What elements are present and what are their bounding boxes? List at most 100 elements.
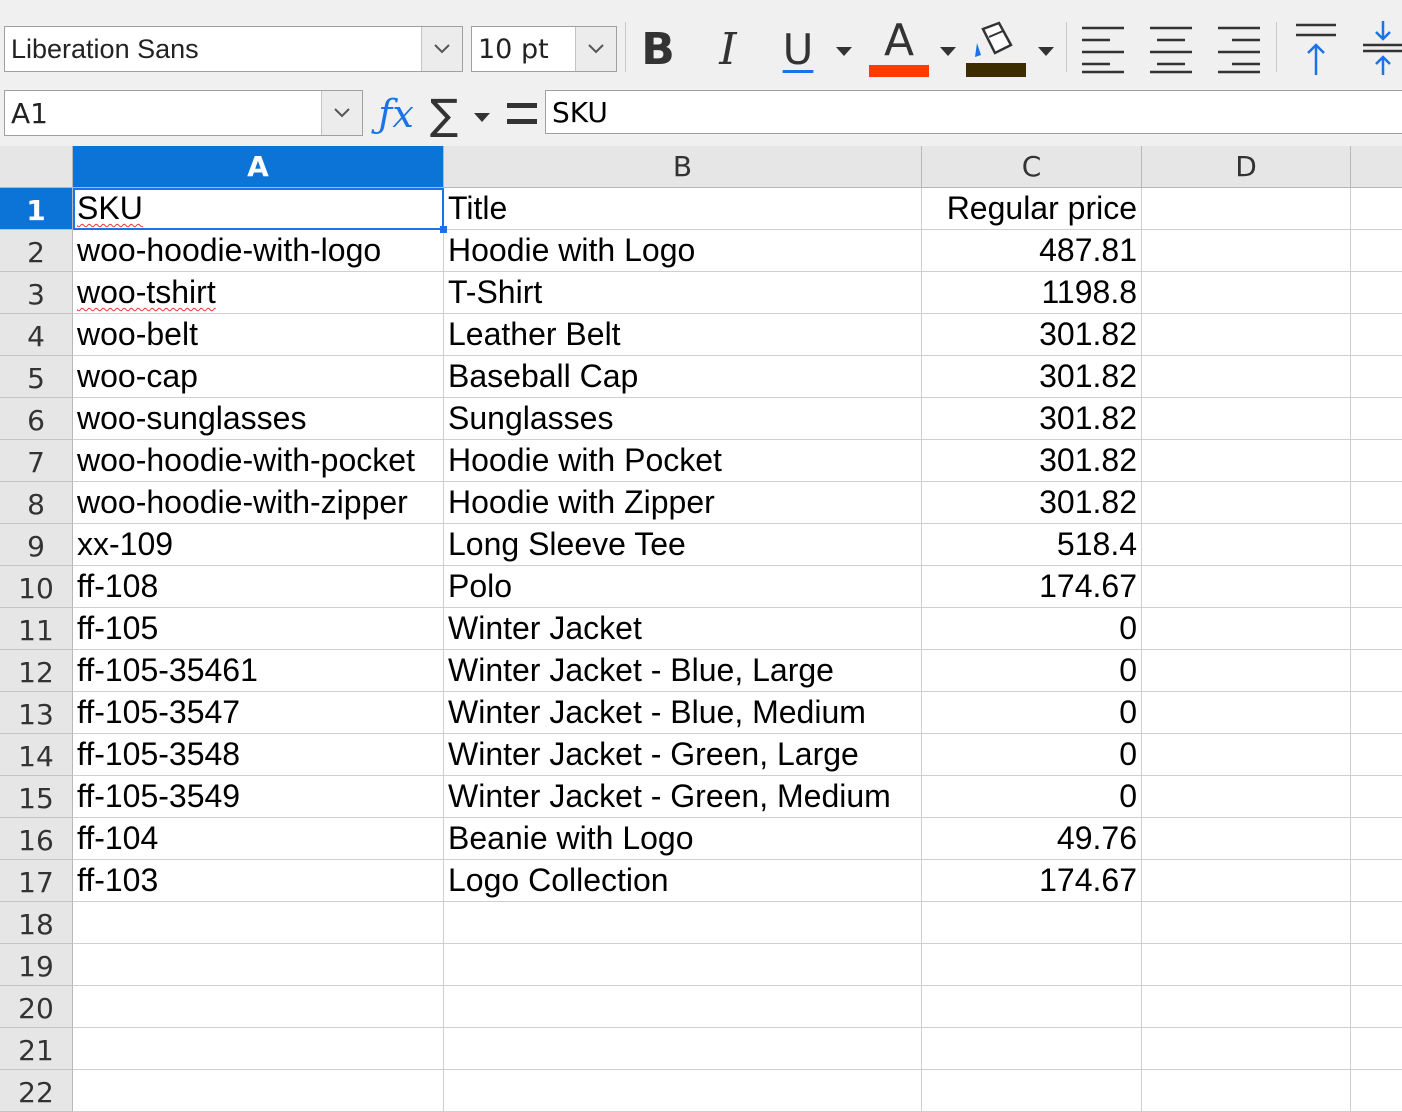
underline-button[interactable]: U — [776, 22, 820, 76]
cell-b[interactable]: Winter Jacket - Green, Medium — [444, 776, 922, 818]
cell-d[interactable] — [1142, 734, 1351, 776]
cell-c[interactable]: 301.82 — [922, 398, 1142, 440]
cell-b[interactable]: Winter Jacket — [444, 608, 922, 650]
sum-button[interactable]: ∑ — [424, 90, 464, 139]
cell-d[interactable] — [1142, 1028, 1351, 1070]
align-top-button[interactable] — [1290, 20, 1342, 78]
cell-c[interactable]: 487.81 — [922, 230, 1142, 272]
cell-b[interactable]: Winter Jacket - Blue, Large — [444, 650, 922, 692]
font-color-dropdown[interactable] — [936, 40, 960, 64]
cell-b[interactable]: Logo Collection — [444, 860, 922, 902]
cell-d[interactable] — [1142, 902, 1351, 944]
column-header-a[interactable]: A — [73, 146, 444, 188]
cell-e[interactable] — [1351, 314, 1402, 356]
cell-e[interactable] — [1351, 188, 1402, 230]
row-header[interactable]: 2 — [0, 230, 73, 272]
cell-e[interactable] — [1351, 524, 1402, 566]
cell-e[interactable] — [1351, 566, 1402, 608]
cell-b[interactable] — [444, 1070, 922, 1112]
cell-d[interactable] — [1142, 230, 1351, 272]
sum-dropdown[interactable] — [470, 106, 494, 130]
cell-c[interactable]: 0 — [922, 692, 1142, 734]
cell-e[interactable] — [1351, 650, 1402, 692]
name-box[interactable]: A1 — [4, 90, 363, 136]
cell-a[interactable] — [73, 1028, 444, 1070]
cell-c[interactable] — [922, 986, 1142, 1028]
row-header[interactable]: 8 — [0, 482, 73, 524]
fill-handle[interactable] — [440, 226, 447, 233]
cell-c[interactable] — [922, 1028, 1142, 1070]
cell-c[interactable] — [922, 944, 1142, 986]
cell-b[interactable]: Winter Jacket - Green, Large — [444, 734, 922, 776]
italic-button[interactable]: I — [706, 24, 750, 75]
cell-c[interactable]: 301.82 — [922, 482, 1142, 524]
cell-d[interactable] — [1142, 440, 1351, 482]
row-header[interactable]: 18 — [0, 902, 73, 944]
font-color-button[interactable]: A — [868, 18, 930, 78]
row-header[interactable]: 4 — [0, 314, 73, 356]
cell-c[interactable]: Regular price — [922, 188, 1142, 230]
cell-d[interactable] — [1142, 356, 1351, 398]
cell-a[interactable]: woo-tshirt — [73, 272, 444, 314]
cell-b[interactable]: Hoodie with Zipper — [444, 482, 922, 524]
cell-a[interactable] — [73, 986, 444, 1028]
cell-b[interactable]: Hoodie with Pocket — [444, 440, 922, 482]
cell-a[interactable]: ff-103 — [73, 860, 444, 902]
cell-b[interactable]: Leather Belt — [444, 314, 922, 356]
cell-c[interactable]: 518.4 — [922, 524, 1142, 566]
cell-b[interactable]: Long Sleeve Tee — [444, 524, 922, 566]
cell-d[interactable] — [1142, 482, 1351, 524]
cell-a[interactable]: woo-hoodie-with-zipper — [73, 482, 444, 524]
cell-e[interactable] — [1351, 860, 1402, 902]
cell-e[interactable] — [1351, 482, 1402, 524]
cell-a[interactable]: ff-105 — [73, 608, 444, 650]
font-name-box[interactable]: Liberation Sans — [4, 26, 463, 72]
cell-d[interactable] — [1142, 398, 1351, 440]
cell-e[interactable] — [1351, 440, 1402, 482]
cell-e[interactable] — [1351, 230, 1402, 272]
cell-a[interactable]: woo-hoodie-with-pocket — [73, 440, 444, 482]
cell-d[interactable] — [1142, 566, 1351, 608]
row-header[interactable]: 5 — [0, 356, 73, 398]
cell-a[interactable] — [73, 1070, 444, 1112]
cell-d[interactable] — [1142, 188, 1351, 230]
cell-a[interactable]: SKU — [73, 188, 444, 230]
formula-button[interactable] — [502, 92, 542, 136]
align-center-button[interactable] — [1146, 22, 1196, 76]
cell-d[interactable] — [1142, 608, 1351, 650]
cell-b[interactable]: Hoodie with Logo — [444, 230, 922, 272]
row-header[interactable]: 11 — [0, 608, 73, 650]
row-header[interactable]: 17 — [0, 860, 73, 902]
cell-a[interactable]: ff-105-3549 — [73, 776, 444, 818]
row-header[interactable]: 14 — [0, 734, 73, 776]
function-wizard-button[interactable]: ƒx — [374, 90, 418, 138]
cell-a[interactable]: woo-sunglasses — [73, 398, 444, 440]
column-header-c[interactable]: C — [922, 146, 1142, 188]
row-header[interactable]: 1 — [0, 188, 73, 230]
font-size-box[interactable]: 10 pt — [471, 26, 617, 72]
row-header[interactable]: 10 — [0, 566, 73, 608]
align-left-button[interactable] — [1078, 22, 1128, 76]
cell-d[interactable] — [1142, 314, 1351, 356]
cell-a[interactable]: ff-108 — [73, 566, 444, 608]
cell-e[interactable] — [1351, 986, 1402, 1028]
row-header[interactable]: 15 — [0, 776, 73, 818]
column-header-b[interactable]: B — [444, 146, 922, 188]
cell-c[interactable]: 301.82 — [922, 314, 1142, 356]
cell-b[interactable]: Title — [444, 188, 922, 230]
cell-c[interactable]: 0 — [922, 776, 1142, 818]
cell-e[interactable] — [1351, 902, 1402, 944]
row-header[interactable]: 21 — [0, 1028, 73, 1070]
cell-d[interactable] — [1142, 986, 1351, 1028]
chevron-down-icon[interactable] — [421, 27, 462, 71]
cell-d[interactable] — [1142, 272, 1351, 314]
column-header-d[interactable]: D — [1142, 146, 1351, 188]
cell-a[interactable]: ff-105-3547 — [73, 692, 444, 734]
cell-a[interactable] — [73, 944, 444, 986]
row-header[interactable]: 13 — [0, 692, 73, 734]
cell-e[interactable] — [1351, 944, 1402, 986]
cell-a[interactable]: woo-hoodie-with-logo — [73, 230, 444, 272]
cell-d[interactable] — [1142, 860, 1351, 902]
row-header[interactable]: 12 — [0, 650, 73, 692]
cell-b[interactable] — [444, 986, 922, 1028]
